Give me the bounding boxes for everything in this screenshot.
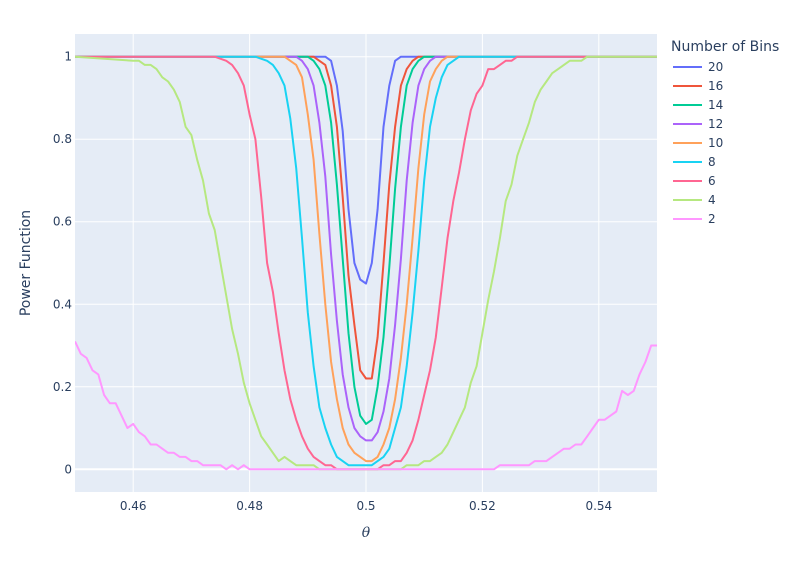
legend-label: 2 xyxy=(708,212,716,226)
x-axis-title: θ xyxy=(362,525,371,541)
legend-label: 6 xyxy=(708,174,716,188)
legend-item-2-bins[interactable]: 2 xyxy=(673,212,716,226)
legend-item-8-bins[interactable]: 8 xyxy=(673,155,716,169)
legend-label: 20 xyxy=(708,60,723,74)
y-tick-label: 0 xyxy=(64,462,72,476)
legend-label: 14 xyxy=(708,98,723,112)
x-tick-label: 0.54 xyxy=(585,499,612,513)
y-axis-title: Power Function xyxy=(18,210,34,316)
y-tick-label: 0.8 xyxy=(53,132,72,146)
legend-label: 10 xyxy=(708,136,723,150)
legend-label: 4 xyxy=(708,193,716,207)
y-tick-labels: 0 0.2 0.4 0.6 0.8 1 xyxy=(53,50,72,477)
x-tick-label: 0.46 xyxy=(120,499,147,513)
legend-title: Number of Bins xyxy=(671,39,779,55)
x-tick-label: 0.52 xyxy=(469,499,496,513)
legend-item-4-bins[interactable]: 4 xyxy=(673,193,716,207)
y-tick-label: 0.2 xyxy=(53,380,72,394)
legend-label: 8 xyxy=(708,155,716,169)
y-tick-label: 1 xyxy=(64,50,72,64)
legend-item-14-bins[interactable]: 14 xyxy=(673,98,723,112)
x-tick-labels: 0.46 0.48 0.5 0.52 0.54 xyxy=(120,499,612,513)
legend-label: 12 xyxy=(708,117,723,131)
legend-item-6-bins[interactable]: 6 xyxy=(673,174,716,188)
legend-item-20-bins[interactable]: 20 xyxy=(673,60,723,74)
legend-item-12-bins[interactable]: 12 xyxy=(673,117,723,131)
legend-label: 16 xyxy=(708,79,723,93)
x-tick-label: 0.48 xyxy=(236,499,263,513)
legend-item-16-bins[interactable]: 16 xyxy=(673,79,723,93)
power-function-chart: 0.46 0.48 0.5 0.52 0.54 0 0.2 0.4 0.6 0.8 1 θ Pow… xyxy=(18,34,779,541)
legend-item-10-bins[interactable]: 10 xyxy=(673,136,723,150)
y-tick-label: 0.4 xyxy=(53,297,72,311)
x-tick-label: 0.5 xyxy=(356,499,375,513)
y-tick-label: 0.6 xyxy=(53,215,72,229)
legend[interactable]: Number of Bins 20 16 14 12 10 8 6 4 2 xyxy=(671,39,779,226)
